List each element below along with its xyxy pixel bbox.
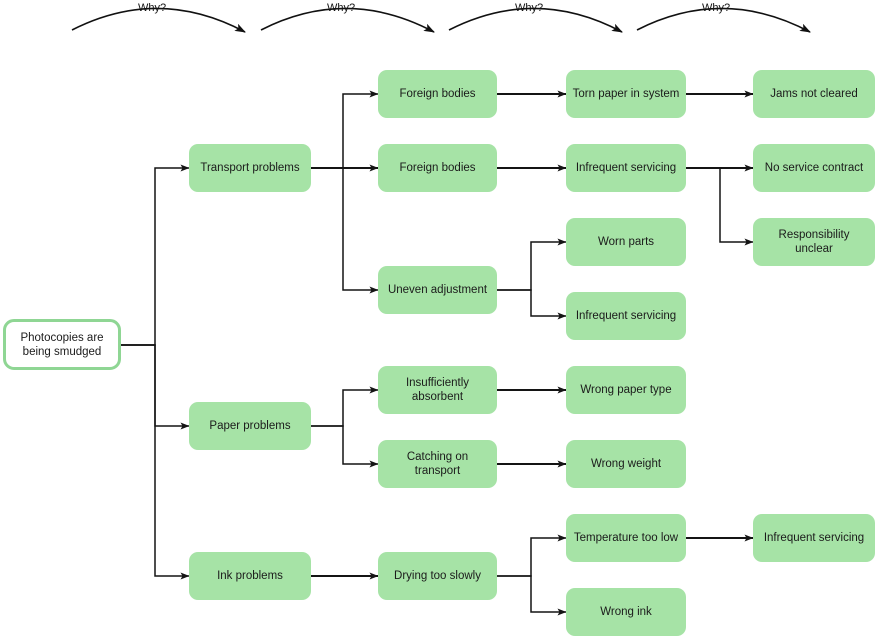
cause-wrong-paper-type-label: Wrong paper type (580, 384, 672, 396)
cause-paper-problems-label: Paper problems (209, 420, 291, 432)
root-problem[interactable]: Photocopies are being smudged (3, 319, 121, 370)
cause-wrong-ink-label: Wrong ink (600, 606, 652, 618)
cause-torn-paper-in-system[interactable]: Torn paper in system (566, 70, 686, 118)
cause-no-service-contract-label: No service contract (764, 162, 864, 174)
cause-jams-not-cleared[interactable]: Jams not cleared (753, 70, 875, 118)
cause-catching-on-transport[interactable]: Catching on transport (378, 440, 497, 488)
five-whys-diagram-canvas: Why? Why? Why? Why? Photocopies are being sm… (0, 0, 875, 638)
e-drying-templow (497, 534, 567, 577)
cause-wrong-ink[interactable]: Wrong ink (566, 588, 686, 636)
e-transport-fb1 (311, 90, 379, 169)
cause-paper-problems[interactable]: Paper problems (189, 402, 311, 450)
e-uneven-infreq2 (497, 289, 567, 320)
cause-responsibility-unclear-label: Responsibility unclear (778, 229, 850, 255)
cause-infrequent-servicing-3[interactable]: Infrequent servicing (753, 514, 875, 562)
e-uneven-worn (497, 238, 567, 291)
cause-foreign-bodies-2[interactable]: Foreign bodies (378, 144, 497, 192)
cause-transport-problems[interactable]: Transport problems (189, 144, 311, 192)
cause-uneven-adjustment[interactable]: Uneven adjustment (378, 266, 497, 314)
cause-infrequent-servicing-1-label: Infrequent servicing (575, 162, 677, 174)
cause-torn-paper-in-system-label: Torn paper in system (572, 88, 680, 100)
cause-infrequent-servicing-1[interactable]: Infrequent servicing (566, 144, 686, 192)
cause-drying-too-slowly[interactable]: Drying too slowly (378, 552, 497, 600)
cause-worn-parts[interactable]: Worn parts (566, 218, 686, 266)
cause-ink-problems-label: Ink problems (217, 570, 283, 582)
cause-temperature-too-low[interactable]: Temperature too low (566, 514, 686, 562)
e-root-paper (121, 344, 190, 430)
cause-insufficiently-absorbent-label: Insufficiently absorbent (405, 377, 470, 403)
cause-transport-problems-label: Transport problems (200, 162, 300, 174)
cause-wrong-paper-type[interactable]: Wrong paper type (566, 366, 686, 414)
cause-infrequent-servicing-2[interactable]: Infrequent servicing (566, 292, 686, 340)
e-root-transport (121, 164, 190, 346)
cause-insufficiently-absorbent[interactable]: Insufficiently absorbent (378, 366, 497, 414)
cause-jams-not-cleared-label: Jams not cleared (770, 88, 858, 100)
e-drying-wrongink (497, 575, 567, 616)
why-4-label: Why? (701, 2, 731, 14)
e-root-ink (121, 344, 190, 580)
e-paper-insuff (311, 386, 379, 427)
cause-no-service-contract[interactable]: No service contract (753, 144, 875, 192)
cause-worn-parts-label: Worn parts (597, 236, 655, 248)
cause-ink-problems[interactable]: Ink problems (189, 552, 311, 600)
cause-foreign-bodies-1-label: Foreign bodies (399, 88, 476, 100)
e-transport-uneven (311, 167, 379, 294)
cause-infrequent-servicing-2-label: Infrequent servicing (575, 310, 677, 322)
cause-responsibility-unclear[interactable]: Responsibility unclear (753, 218, 875, 266)
why-3-label: Why? (514, 2, 544, 14)
cause-wrong-weight-label: Wrong weight (590, 458, 662, 470)
e-paper-catching (311, 425, 379, 468)
cause-infrequent-servicing-3-label: Infrequent servicing (763, 532, 865, 544)
cause-drying-too-slowly-label: Drying too slowly (394, 570, 481, 582)
cause-temperature-too-low-label: Temperature too low (573, 532, 679, 544)
cause-wrong-weight[interactable]: Wrong weight (566, 440, 686, 488)
why-1-label: Why? (137, 2, 167, 14)
cause-foreign-bodies-2-label: Foreign bodies (399, 162, 476, 174)
cause-catching-on-transport-label: Catching on transport (406, 451, 469, 477)
cause-uneven-adjustment-label: Uneven adjustment (387, 284, 488, 296)
cause-foreign-bodies-1[interactable]: Foreign bodies (378, 70, 497, 118)
why-2-label: Why? (326, 2, 356, 14)
root-problem-label: Photocopies are being smudged (20, 331, 104, 358)
e-infreq1-responsibility (686, 167, 754, 246)
